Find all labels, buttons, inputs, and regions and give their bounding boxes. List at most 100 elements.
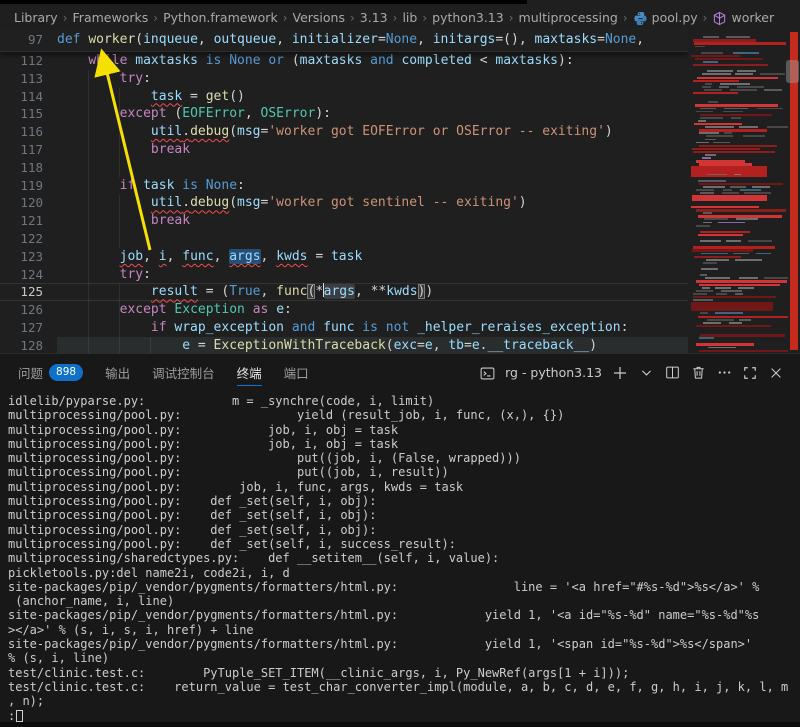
line-code: try: bbox=[57, 70, 151, 88]
minimap-code bbox=[764, 89, 783, 91]
maximize-panel-button[interactable] bbox=[738, 361, 762, 385]
breadcrumb-item[interactable]: Library bbox=[14, 10, 58, 25]
code-line-112[interactable]: 112 while maxtasks is None or (maxtasks … bbox=[0, 52, 688, 70]
panel-tab-label: 端口 bbox=[284, 363, 309, 382]
split-panel-button[interactable] bbox=[660, 361, 684, 385]
breadcrumb-item[interactable]: multiprocessing bbox=[519, 10, 618, 25]
terminal-profile[interactable]: rg - python3.13 bbox=[480, 365, 602, 380]
line-number: 115 bbox=[0, 105, 57, 123]
minimap-mark bbox=[694, 123, 742, 125]
minimap-code bbox=[707, 70, 733, 72]
minimap-code bbox=[708, 101, 718, 103]
minimap-code bbox=[703, 186, 724, 188]
code-token: : bbox=[237, 178, 245, 193]
python-file-icon bbox=[633, 11, 648, 26]
scrollbar-slider[interactable] bbox=[786, 60, 799, 83]
code-line-126[interactable]: 126 except Exception as e: bbox=[0, 301, 688, 319]
code-line-115[interactable]: 115 except (EOFError, OSError): bbox=[0, 105, 688, 123]
code-token: ) bbox=[589, 338, 597, 353]
minimap-code bbox=[723, 111, 742, 113]
code-token bbox=[57, 142, 151, 157]
code-line-123[interactable]: 123 job, i, func, args, kwds = task bbox=[0, 248, 688, 266]
ellipsis-icon bbox=[717, 365, 732, 380]
breadcrumb-item[interactable]: Frameworks bbox=[73, 10, 149, 25]
minimap-code bbox=[739, 277, 758, 279]
code-line-116[interactable]: 116 util.debug(msg='worker got EOFError … bbox=[0, 123, 688, 141]
panel-tab-端口[interactable]: 端口 bbox=[284, 354, 309, 391]
code-line-117[interactable]: 117 break bbox=[0, 141, 688, 159]
breadcrumb-item[interactable]: Versions bbox=[293, 10, 345, 25]
code-line-128[interactable]: 128 e = ExceptionWithTraceback(exc=e, tb… bbox=[0, 337, 688, 353]
line-code: while maxtasks is None or (maxtasks and … bbox=[57, 52, 574, 70]
code-token: . bbox=[182, 195, 190, 210]
plus-button[interactable] bbox=[608, 361, 632, 385]
panel-tab-输出[interactable]: 输出 bbox=[105, 354, 130, 391]
trash-button[interactable] bbox=[686, 361, 710, 385]
code-token: func bbox=[276, 284, 307, 299]
code-token: is bbox=[362, 320, 385, 335]
minimap-code bbox=[726, 36, 750, 38]
line-code: if task is None: bbox=[57, 177, 245, 195]
minimap-code bbox=[702, 86, 711, 88]
code-token: e bbox=[182, 338, 190, 353]
line-number: 112 bbox=[0, 52, 57, 70]
chevron-down-button[interactable] bbox=[634, 361, 658, 385]
breadcrumb-item[interactable]: lib bbox=[402, 10, 417, 25]
code-editor[interactable]: 97 def worker(inqueue, outqueue, initial… bbox=[0, 28, 800, 353]
minimap-code bbox=[740, 189, 761, 191]
panel-tab-终端[interactable]: 终端 bbox=[237, 354, 262, 391]
minimap-code bbox=[707, 319, 734, 321]
breadcrumb-item[interactable]: worker bbox=[731, 10, 774, 25]
code-token: debug bbox=[190, 124, 229, 139]
ellipsis-button[interactable] bbox=[712, 361, 736, 385]
terminal-line: pickletools.py:del name2i, code2i, i, d bbox=[8, 566, 800, 580]
terminal-line: % (s, i, line) bbox=[8, 651, 800, 665]
code-token: initargs bbox=[433, 32, 496, 47]
code-token: : bbox=[143, 71, 151, 86]
code-line-124[interactable]: 124 try: bbox=[0, 266, 688, 284]
code-line-125[interactable]: 125 result = (True, func(*args, **kwds)) bbox=[0, 283, 688, 301]
minimap-code bbox=[708, 347, 736, 349]
minimap-mark bbox=[693, 151, 775, 153]
minimap-code bbox=[764, 277, 788, 279]
minimap-code bbox=[718, 222, 746, 224]
code-line-113[interactable]: 113 try: bbox=[0, 70, 688, 88]
breadcrumb-separator: › bbox=[153, 11, 158, 25]
panel-tab-调试控制台[interactable]: 调试控制台 bbox=[152, 354, 215, 391]
minimap-code bbox=[730, 186, 746, 188]
code-token: 'worker got sentinel -- exiting' bbox=[268, 195, 518, 210]
code-token: job bbox=[120, 249, 143, 264]
sticky-scroll-line[interactable]: 97 def worker(inqueue, outqueue, initial… bbox=[0, 28, 688, 52]
code-token: __traceback__ bbox=[488, 338, 590, 353]
code-token: break bbox=[151, 213, 190, 228]
code-token: maxtasks bbox=[135, 53, 205, 68]
minimap[interactable] bbox=[688, 28, 788, 353]
code-line-114[interactable]: 114 task = get() bbox=[0, 88, 688, 106]
code-token: OSError bbox=[261, 106, 316, 121]
terminal-line: multiprocessing/pool.py: def _set(self, … bbox=[8, 537, 800, 551]
breadcrumb-item[interactable]: Python.framework bbox=[163, 10, 278, 25]
code-line-121[interactable]: 121 break bbox=[0, 212, 688, 230]
minimap-code bbox=[693, 299, 713, 301]
code-line-118[interactable]: 118 bbox=[0, 159, 688, 177]
minimap-mark bbox=[693, 92, 738, 94]
code-token: inqueue bbox=[143, 32, 198, 47]
code-line-119[interactable]: 119 if task is None: bbox=[0, 177, 688, 195]
minimap-code bbox=[701, 253, 728, 255]
breadcrumb-item[interactable]: python3.13 bbox=[432, 10, 504, 25]
minimap-code bbox=[757, 108, 783, 110]
minimap-code bbox=[699, 132, 718, 134]
breadcrumb-item[interactable]: 3.13 bbox=[360, 10, 388, 25]
minimap-code bbox=[700, 274, 707, 276]
breadcrumb-item[interactable]: pool.py bbox=[652, 10, 698, 25]
minimap-code bbox=[703, 212, 711, 214]
code-line-120[interactable]: 120 util.debug(msg='worker got sentinel … bbox=[0, 194, 688, 212]
code-line-127[interactable]: 127 if wrap_exception and func is not _h… bbox=[0, 319, 688, 337]
code-area[interactable]: 97 def worker(inqueue, outqueue, initial… bbox=[0, 28, 688, 353]
code-line-122[interactable]: 122 bbox=[0, 230, 688, 248]
terminal-output[interactable]: idlelib/pyparse.py: m = _synchre(code, i… bbox=[8, 394, 800, 724]
panel-tab-问题[interactable]: 问题898 bbox=[18, 354, 83, 391]
code-token: ( bbox=[229, 195, 237, 210]
close-button[interactable] bbox=[764, 361, 788, 385]
terminal-line: multiprocessing/pool.py: def _set(self, … bbox=[8, 494, 800, 508]
